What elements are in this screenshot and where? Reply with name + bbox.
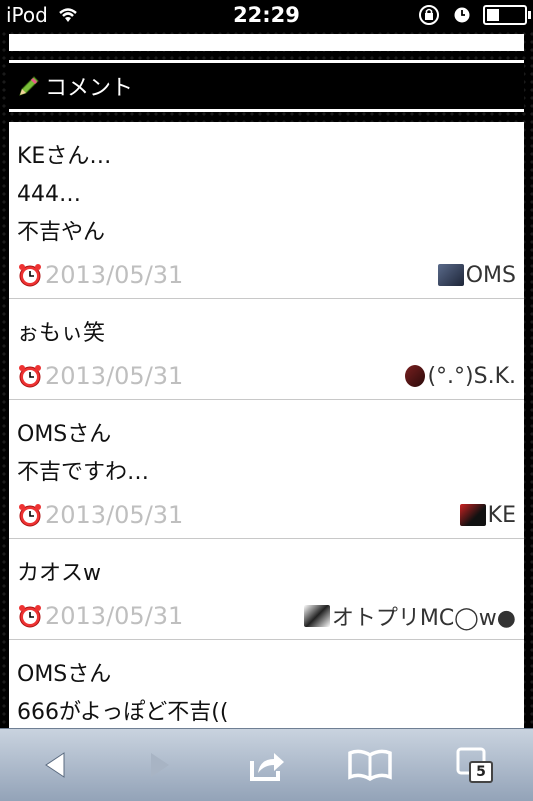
avatar — [303, 605, 330, 627]
battery-icon — [483, 5, 531, 25]
avatar — [405, 365, 426, 387]
share-icon — [250, 753, 284, 781]
bookmarks-button[interactable] — [345, 745, 395, 785]
comment-item: カオスw 2013/05/31 オトプリMC◯w● — [9, 539, 524, 640]
comment-date: 2013/05/31 — [45, 362, 184, 390]
comment-item: OMSさん 666がよっぽど不吉(( — [9, 640, 524, 732]
tabs-button[interactable]: 5 — [450, 745, 496, 785]
avatar — [459, 504, 486, 526]
page-content: コメント KEさん… 444… 不吉やん 2013/05/31 OMS ぉもぃ笑… — [0, 30, 533, 742]
comment-text: 666がよっぽど不吉(( — [17, 700, 229, 725]
comment-item: ぉもぃ笑 2013/05/31 (°.°)S.K. — [9, 299, 524, 400]
section-title: コメント — [45, 76, 134, 101]
comment-author[interactable]: KE — [488, 503, 516, 528]
comment-text: OMSさん — [17, 422, 112, 447]
tab-count-badge: 5 — [469, 761, 493, 783]
comment-text: ぉもぃ笑 — [17, 321, 106, 346]
alarm-clock-icon — [19, 605, 41, 628]
rotation-lock-icon — [419, 5, 439, 25]
share-button[interactable] — [243, 745, 293, 785]
forward-button[interactable] — [135, 745, 185, 785]
pencil-icon — [19, 76, 39, 96]
comment-section-header: コメント — [9, 60, 524, 112]
comment-date: 2013/05/31 — [45, 602, 184, 630]
back-arrow-icon — [45, 752, 65, 778]
top-white-bar — [9, 34, 524, 51]
comment-text: 不吉やん — [17, 220, 106, 245]
browser-toolbar: 5 — [0, 728, 533, 801]
comment-item: KEさん… 444… 不吉やん 2013/05/31 OMS — [9, 122, 524, 299]
comment-text: 444… — [17, 182, 81, 207]
comment-text: 不吉ですわ… — [17, 460, 150, 485]
alarm-clock-icon — [19, 365, 41, 388]
book-icon — [348, 749, 392, 781]
alarm-clock-icon — [19, 264, 41, 287]
comment-date: 2013/05/31 — [45, 501, 184, 529]
alarm-status-icon — [454, 7, 470, 23]
forward-arrow-icon — [151, 753, 169, 777]
alarm-clock-icon — [19, 504, 41, 527]
avatar — [437, 264, 464, 286]
status-bar: iPod 22:29 — [0, 0, 533, 30]
comment-text: OMSさん — [17, 662, 112, 687]
comment-item: OMSさん 不吉ですわ… 2013/05/31 KE — [9, 400, 524, 539]
comment-list[interactable]: KEさん… 444… 不吉やん 2013/05/31 OMS ぉもぃ笑 2013… — [9, 122, 524, 742]
comment-text: KEさん… — [17, 144, 112, 169]
comment-author[interactable]: オトプリMC◯w● — [332, 600, 516, 632]
comment-author[interactable]: OMS — [466, 263, 516, 288]
comment-text: カオスw — [17, 561, 101, 586]
back-button[interactable] — [30, 745, 80, 785]
comment-author[interactable]: (°.°)S.K. — [427, 364, 516, 389]
comment-date: 2013/05/31 — [45, 261, 184, 289]
